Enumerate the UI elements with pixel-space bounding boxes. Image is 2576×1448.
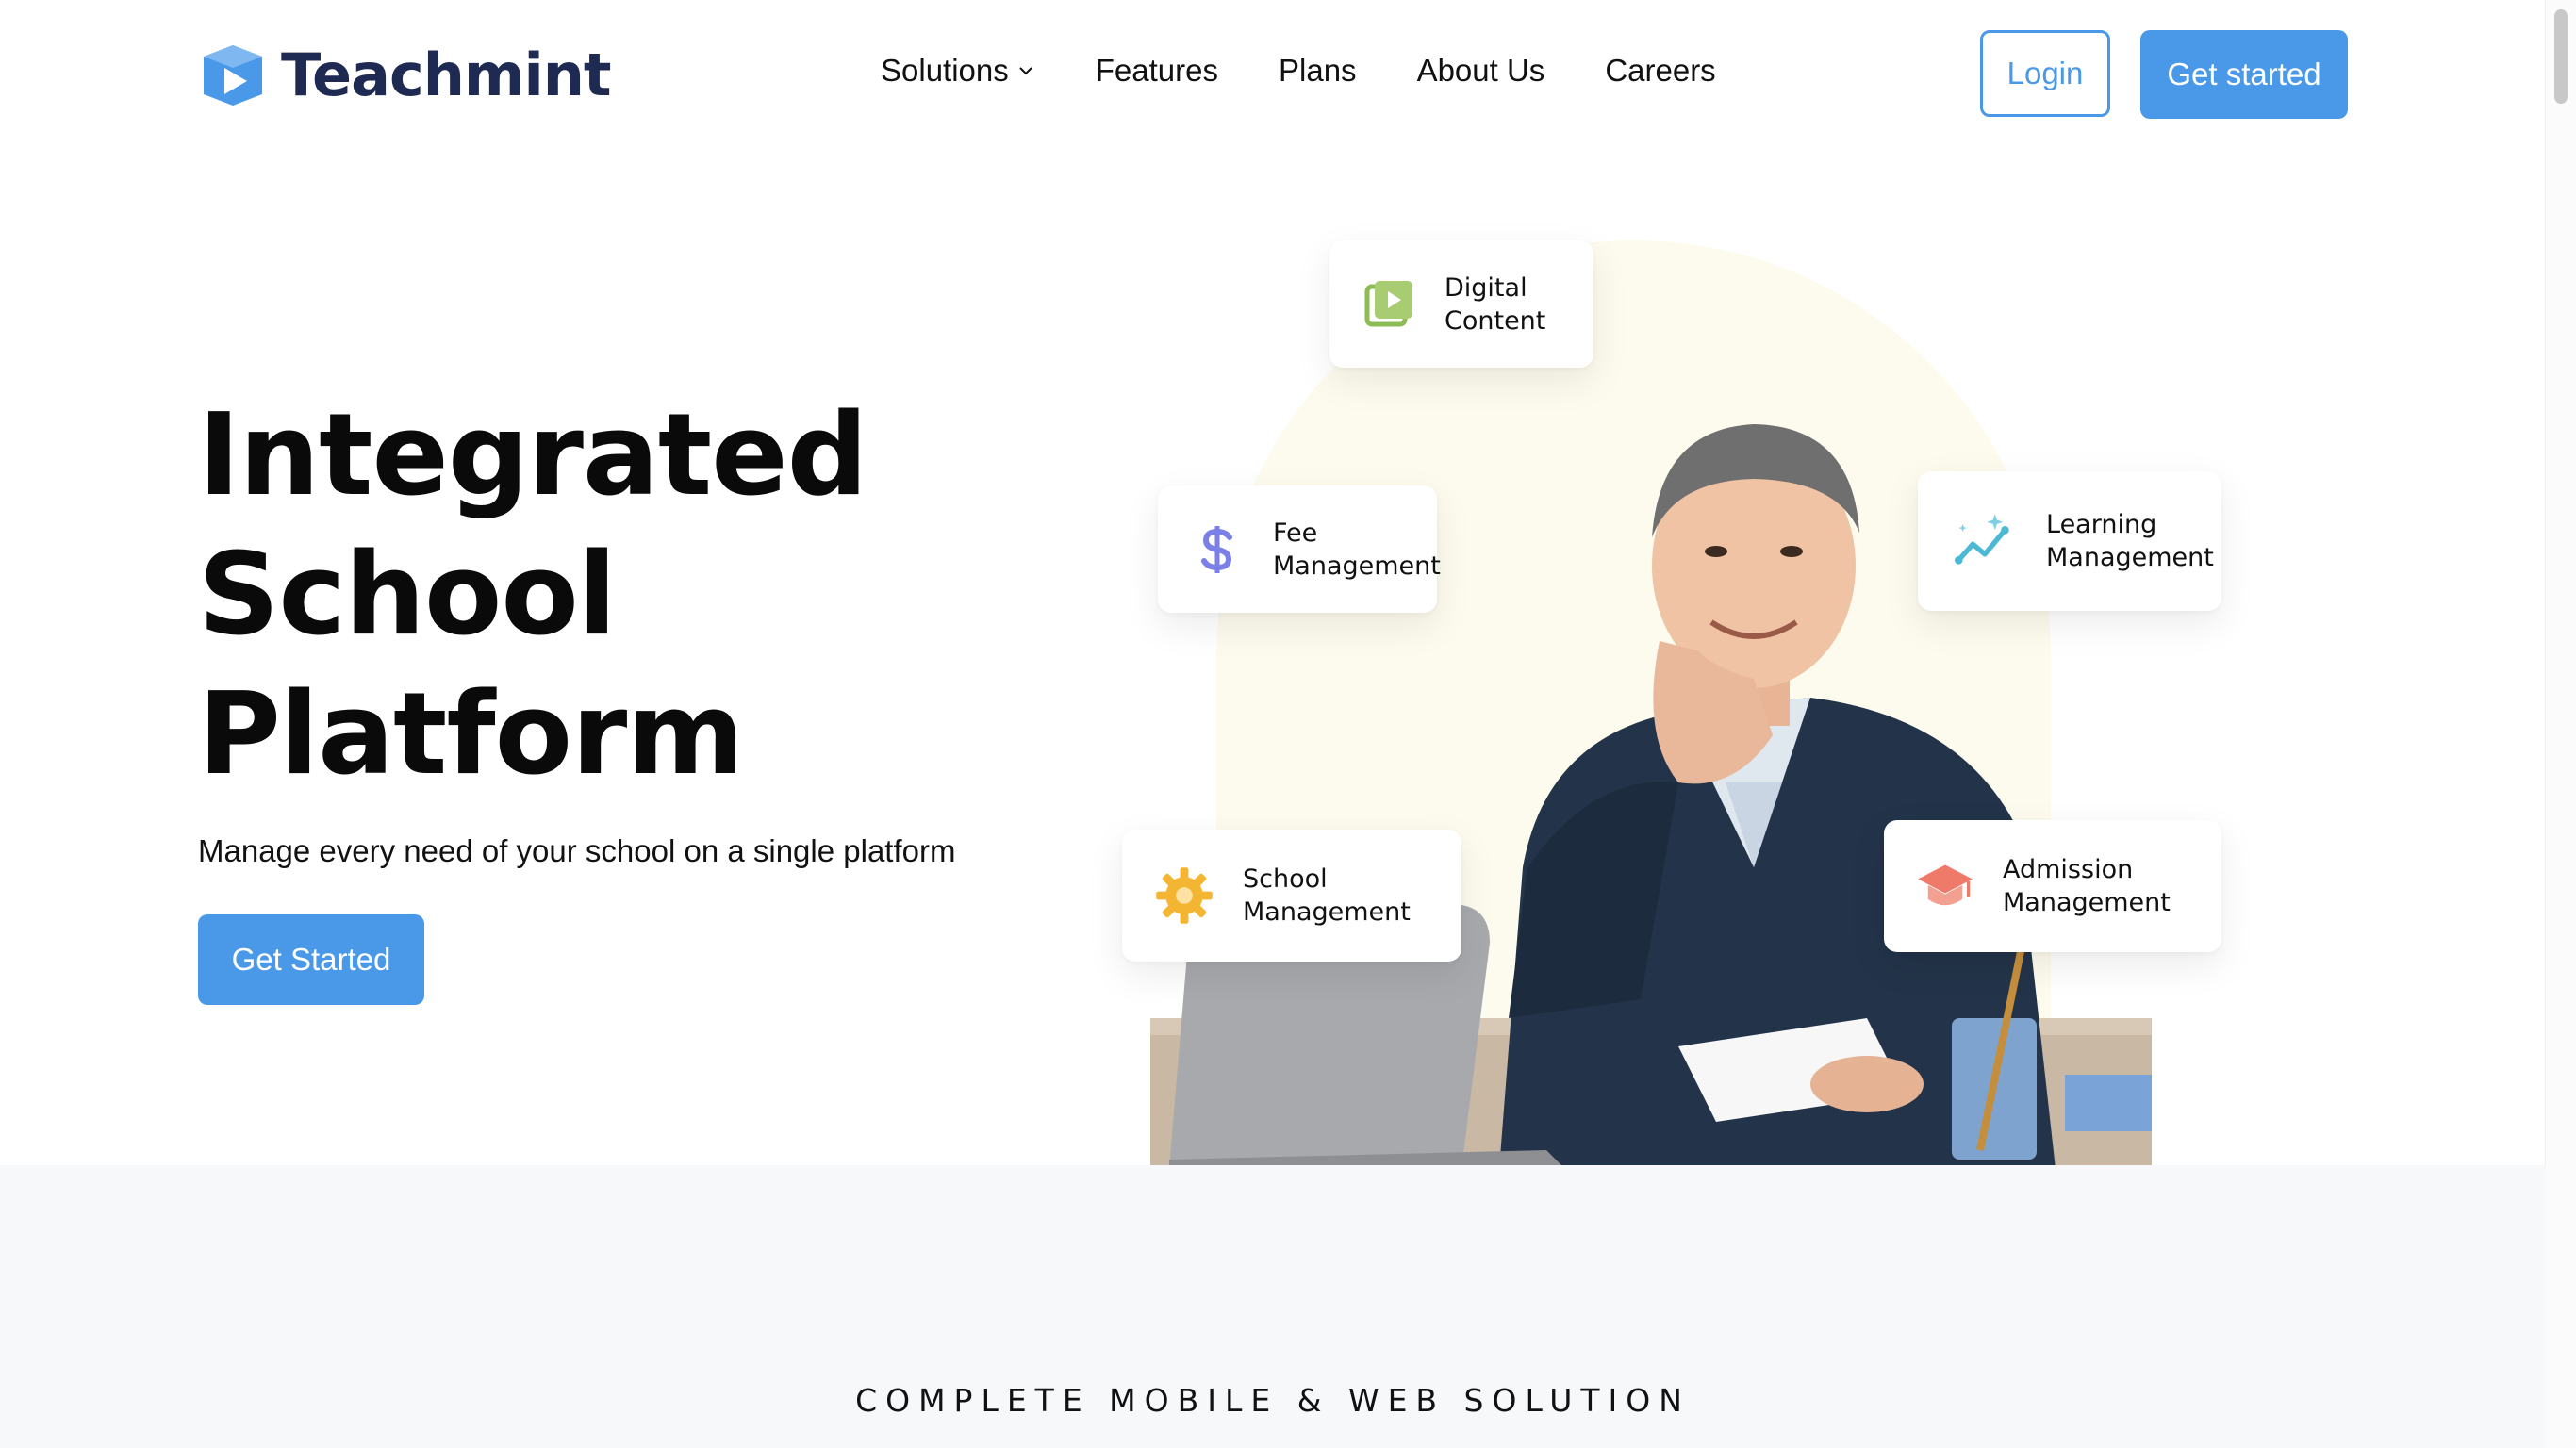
card-label: Digital — [1445, 272, 1527, 303]
hero-subtitle: Manage every need of your school on a si… — [198, 833, 956, 868]
hero-title: Integrated School Platform — [198, 387, 868, 805]
nav-about-us[interactable]: About Us — [1417, 53, 1545, 89]
feature-card-learning-management: Learning Management — [1918, 471, 2221, 611]
card-label: Management — [1243, 897, 1411, 927]
page-scrollbar[interactable] — [2545, 0, 2576, 1448]
nav-solutions[interactable]: Solutions — [881, 53, 1035, 89]
get-started-hero-button[interactable]: Get Started — [198, 914, 424, 1005]
section-title: COMPLETE MOBILE & WEB SOLUTION — [855, 1382, 1691, 1419]
dollar-icon — [1201, 525, 1232, 573]
get-started-header-button[interactable]: Get started — [2140, 30, 2348, 119]
hero-title-line: Platform — [198, 669, 744, 800]
scrollbar-thumb[interactable] — [2554, 9, 2568, 104]
brand-logo[interactable]: Teachmint — [198, 40, 611, 109]
card-label: Management — [1273, 551, 1441, 581]
gear-icon — [1156, 867, 1213, 924]
card-label: Fee — [1273, 518, 1318, 548]
card-label: Learning — [2046, 510, 2157, 539]
feature-card-school-management: School Management — [1122, 830, 1461, 962]
brand-name: Teachmint — [281, 40, 611, 109]
teacher-photo — [1150, 424, 2152, 1165]
feature-card-admission-management: Admission Management — [1884, 820, 2221, 952]
chevron-down-icon — [1019, 67, 1032, 75]
card-label: Admission — [2003, 855, 2134, 884]
logo-icon — [204, 45, 262, 106]
card-label: Content — [1445, 305, 1546, 336]
feature-card-digital-content: Digital Content — [1329, 240, 1593, 368]
nav-solutions-label: Solutions — [881, 53, 1009, 88]
nav-features[interactable]: Features — [1096, 53, 1218, 89]
nav-plans[interactable]: Plans — [1279, 53, 1357, 89]
login-button[interactable]: Login — [1980, 30, 2110, 117]
card-label: Management — [2046, 543, 2214, 572]
main-nav: Solutions Features Plans About Us Career… — [881, 53, 1776, 89]
feature-card-fee-management: Fee Management — [1158, 485, 1441, 613]
hero-title-line: Integrated — [198, 390, 868, 521]
play-video-icon — [1364, 280, 1412, 326]
card-label: School — [1243, 864, 1328, 894]
nav-careers[interactable]: Careers — [1605, 53, 1715, 89]
graduation-cap-icon — [1918, 864, 1973, 906]
hero-title-line: School — [198, 530, 617, 661]
card-label: Management — [2003, 888, 2171, 917]
trend-sparkle-icon — [1955, 514, 2009, 565]
